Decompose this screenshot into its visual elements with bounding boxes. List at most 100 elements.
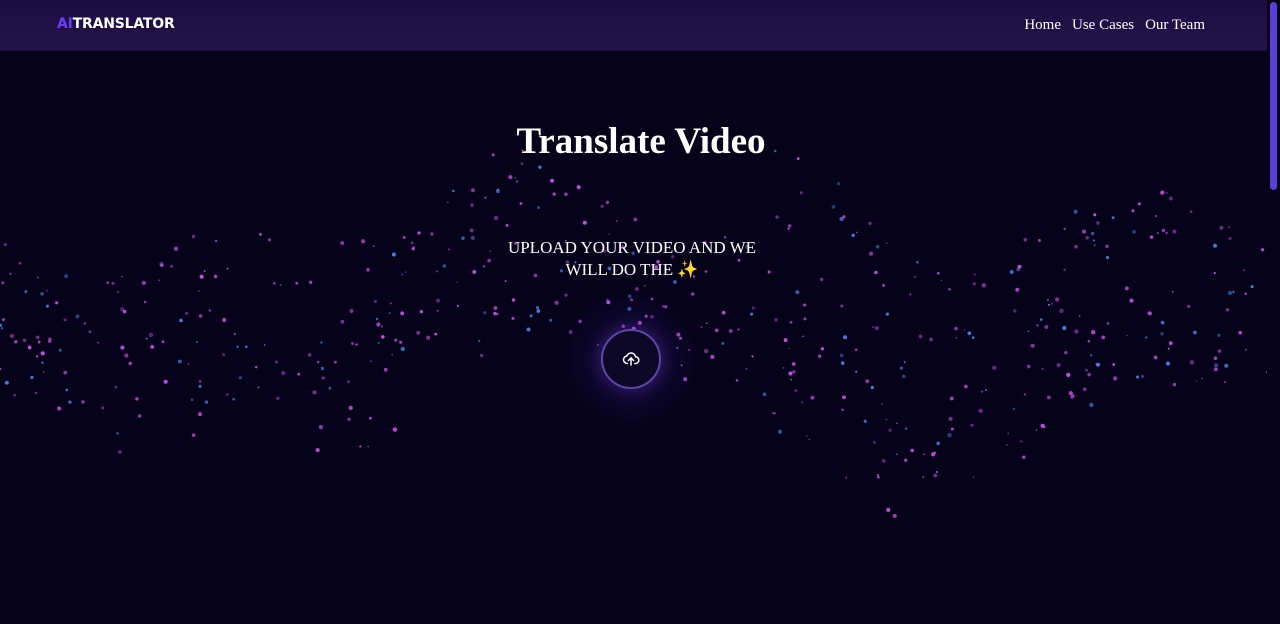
particle-dot [1046, 395, 1051, 400]
particle-dot [309, 280, 313, 284]
particle-dot [963, 329, 966, 331]
particle-dot [68, 400, 72, 404]
particle-dot [1214, 367, 1218, 372]
particle-dot [1035, 429, 1038, 431]
particle-dot [643, 284, 646, 287]
particle-dot [276, 396, 280, 400]
particle-dot [843, 335, 848, 340]
nav-link-use-cases[interactable]: Use Cases [1072, 16, 1134, 34]
scrollbar-thumb[interactable] [1270, 2, 1277, 190]
particle-dot [1030, 343, 1035, 348]
particle-dot [45, 304, 50, 308]
particle-dot [552, 192, 556, 196]
particle-dot [1213, 356, 1218, 360]
particle-dot [45, 289, 48, 292]
particle-dot [198, 290, 200, 292]
particle-dot [1167, 347, 1170, 350]
particle-dot [1224, 381, 1227, 383]
particle-dot [516, 180, 519, 183]
particle-dot [124, 353, 129, 358]
particle-dot [842, 395, 846, 400]
particle-dot [865, 379, 870, 384]
particle-dot [106, 281, 109, 284]
particle-dot [1244, 348, 1247, 351]
upload-video-button[interactable] [601, 329, 661, 389]
particle-dot [369, 416, 372, 420]
particle-dot [1136, 375, 1140, 379]
particle-dot [279, 284, 282, 287]
particle-dot [872, 326, 874, 328]
particle-dot [882, 459, 886, 463]
particle-dot [1007, 432, 1010, 435]
particle-dot [24, 290, 28, 294]
particle-dot [608, 233, 611, 236]
scrollbar[interactable] [1267, 0, 1280, 624]
particle-dot [81, 400, 85, 404]
particle-dot [83, 322, 87, 325]
particle-dot [1190, 210, 1193, 213]
particle-dot [745, 367, 748, 370]
particle-dot [929, 337, 933, 342]
logo[interactable]: AITRANSLATOR [57, 15, 175, 33]
particle-dot [1219, 225, 1224, 230]
particle-dot [111, 281, 115, 285]
particle-dot [787, 227, 790, 230]
particle-dot [803, 303, 807, 307]
particle-dot [484, 196, 487, 199]
particle-dot [870, 385, 874, 390]
nav-link-home[interactable]: Home [1024, 16, 1061, 34]
particle-dot [30, 375, 34, 380]
particle-dot [511, 298, 516, 302]
particle-dot [1124, 286, 1129, 291]
particle-dot [191, 433, 196, 438]
particle-dot [1, 281, 5, 285]
particle-dot [128, 361, 132, 366]
particle-dot [721, 341, 725, 345]
particle-dot [554, 300, 559, 305]
particle-dot [275, 360, 279, 364]
particle-dot [480, 353, 484, 358]
particle-dot [710, 354, 715, 359]
particle-dot [1187, 304, 1191, 309]
particle-dot [774, 318, 778, 322]
particle-dot [803, 317, 807, 321]
particle-dot [1141, 375, 1144, 378]
particle-dot [1041, 367, 1044, 370]
logo-word: TRANSLATOR [72, 16, 175, 32]
particle-dot [1026, 364, 1031, 369]
particle-dot [892, 513, 897, 518]
particle-dot [179, 318, 183, 323]
particle-dot [874, 326, 879, 331]
particle-dot [795, 290, 800, 295]
particle-dot [369, 360, 372, 363]
particle-dot [1129, 298, 1134, 303]
particle-dot [236, 345, 239, 348]
particle-dot [714, 328, 719, 333]
page-title: Translate Video [516, 121, 766, 162]
particle-dot [788, 371, 793, 376]
particle-dot [34, 391, 37, 394]
particle-dot [470, 188, 475, 193]
particle-dot [187, 362, 190, 365]
particle-dot [1036, 324, 1039, 327]
nav-link-our-team[interactable]: Our Team [1145, 16, 1205, 34]
particle-dot [1250, 285, 1254, 289]
particle-dot [880, 402, 883, 405]
particle-dot [117, 291, 119, 293]
particle-dot [63, 318, 67, 322]
particle-dot [377, 341, 380, 345]
particle-dot [244, 345, 248, 349]
particle-dot [55, 301, 59, 305]
particle-dot [762, 392, 767, 397]
particle-dot [238, 376, 242, 380]
particle-dot [1050, 302, 1054, 305]
particle-dot [22, 338, 27, 343]
particle-dot [430, 232, 434, 236]
particle-dot [605, 200, 610, 205]
particle-dot [483, 311, 487, 315]
particle-dot [222, 353, 226, 357]
particle-dot [1161, 228, 1166, 233]
particle-dot [340, 319, 345, 324]
particle-dot [65, 388, 69, 392]
particle-dot [783, 338, 788, 343]
